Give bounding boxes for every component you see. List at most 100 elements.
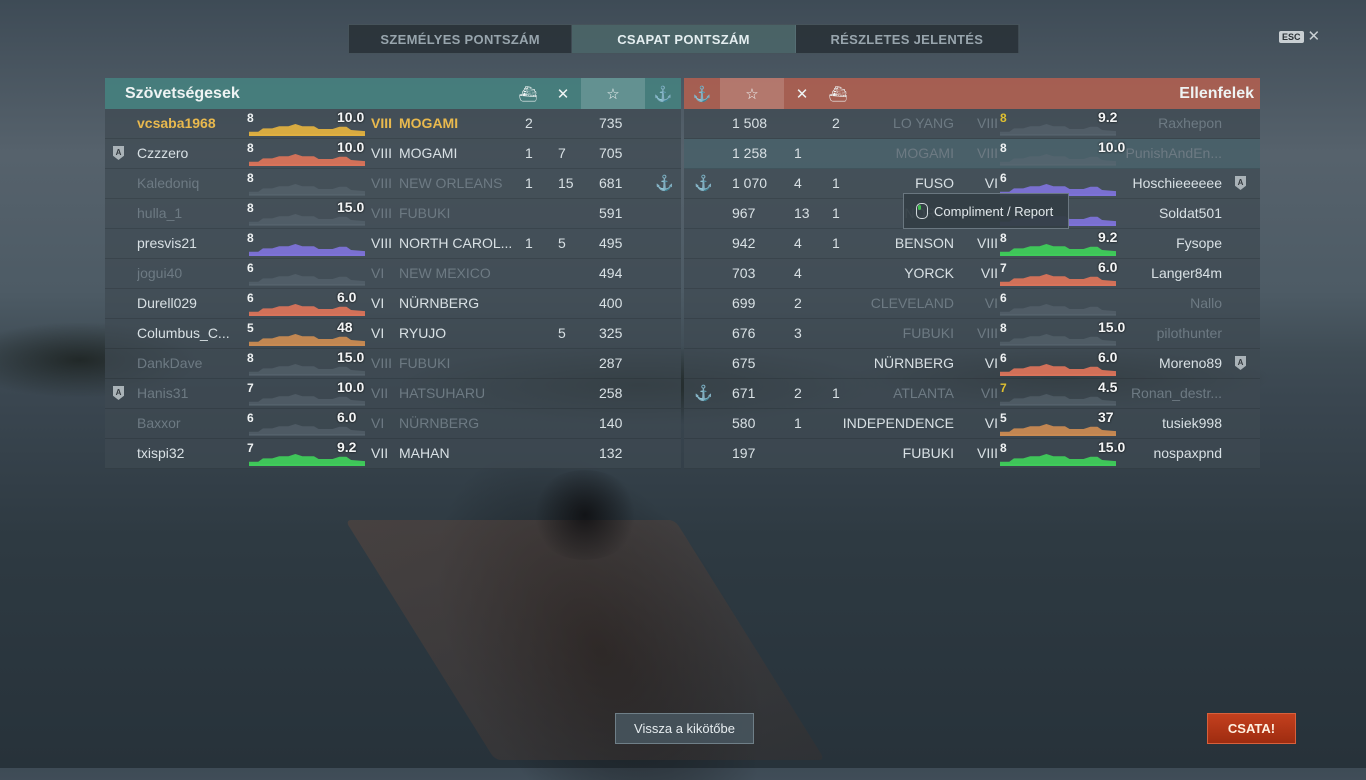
- tab-personal-score[interactable]: SZEMÉLYES PONTSZÁM: [349, 25, 573, 53]
- division-badge-icon: A: [1235, 356, 1246, 370]
- player-name[interactable]: Moreno89: [1159, 355, 1222, 371]
- ship-silhouette: [249, 178, 365, 197]
- ally-row[interactable]: A Czzzero 8 10.0 VIII MOGAMI 1 7 705: [105, 139, 681, 169]
- plane-icon[interactable]: ⛴: [510, 78, 546, 109]
- enemy-row[interactable]: 676 3 FUBUKI VIII 8 15.0 pilothunter: [684, 319, 1260, 349]
- anchor-icon[interactable]: ⚓: [684, 78, 720, 109]
- xp-value: 1 258: [732, 145, 768, 161]
- player-name[interactable]: Hanis31: [137, 385, 188, 401]
- player-name[interactable]: jogui40: [137, 265, 182, 281]
- player-name[interactable]: Columbus_C...: [137, 325, 230, 341]
- anchor-icon[interactable]: ⚓: [645, 78, 681, 109]
- enemy-row[interactable]: 1 508 2 LO YANG VIII 8 9.2 Raxhepon: [684, 109, 1260, 139]
- ship-name[interactable]: HATSUHARU: [399, 385, 485, 401]
- player-name[interactable]: vcsaba1968: [137, 115, 216, 131]
- ally-row[interactable]: Baxxor 6 6.0 VI NÜRNBERG 140: [105, 409, 681, 439]
- ship-name[interactable]: NÜRNBERG: [399, 415, 479, 431]
- battle-button[interactable]: CSATA!: [1207, 713, 1296, 744]
- ship-tier-roman: VIII: [371, 115, 393, 131]
- player-name[interactable]: txispi32: [137, 445, 184, 461]
- player-name[interactable]: Durell029: [137, 295, 197, 311]
- ally-row[interactable]: hulla_1 8 15.0 VIII FUBUKI 591: [105, 199, 681, 229]
- ship-health-line: [1000, 464, 1116, 466]
- ship-health-line: [249, 254, 365, 256]
- ship-name[interactable]: NORTH CAROL...: [399, 235, 512, 251]
- ally-row[interactable]: A Hanis31 7 10.0 VII HATSUHARU 258: [105, 379, 681, 409]
- back-to-port-button[interactable]: Vissza a kikötőbe: [615, 713, 754, 744]
- star-icon[interactable]: ☆: [720, 78, 784, 109]
- ship-name[interactable]: FUBUKI: [903, 325, 954, 341]
- ship-name[interactable]: INDEPENDENCE: [843, 415, 954, 431]
- ally-row[interactable]: Columbus_C... 5 48 VI RYUJO 5 325: [105, 319, 681, 349]
- player-name[interactable]: tusiek998: [1162, 415, 1222, 431]
- ship-name[interactable]: MAHAN: [399, 445, 450, 461]
- tab-detailed-report[interactable]: RÉSZLETES JELENTÉS: [796, 25, 1019, 53]
- ship-health-line: [1000, 254, 1116, 256]
- ship-name[interactable]: MOGAMI: [896, 145, 954, 161]
- ship-name[interactable]: FUBUKI: [399, 205, 450, 221]
- enemy-row[interactable]: ⚓ 671 2 1 ATLANTA VII 7 4.5 Ronan_destr...: [684, 379, 1260, 409]
- ally-row[interactable]: Kaledoniq 8 VIII NEW ORLEANS 1 15 681 ⚓: [105, 169, 681, 199]
- tab-team-score[interactable]: CSAPAT PONTSZÁM: [572, 25, 796, 53]
- ship-name[interactable]: NEW ORLEANS: [399, 175, 502, 191]
- ship-name[interactable]: NEW MEXICO: [399, 265, 491, 281]
- player-name[interactable]: Raxhepon: [1158, 115, 1222, 131]
- xp-value: 197: [732, 445, 756, 461]
- ally-row[interactable]: jogui40 6 VI NEW MEXICO 494: [105, 259, 681, 289]
- ship-name[interactable]: LO YANG: [893, 115, 954, 131]
- player-name[interactable]: Langer84m: [1151, 265, 1222, 281]
- ally-row[interactable]: Durell029 6 6.0 VI NÜRNBERG 400: [105, 289, 681, 319]
- player-name[interactable]: Baxxor: [137, 415, 181, 431]
- close-button[interactable]: ESC ✕: [1279, 29, 1320, 44]
- player-name[interactable]: Nallo: [1190, 295, 1222, 311]
- crossed-swords-icon[interactable]: ✕: [545, 78, 581, 109]
- player-name[interactable]: DankDave: [137, 355, 202, 371]
- ship-name[interactable]: NÜRNBERG: [874, 355, 954, 371]
- player-name[interactable]: Fysope: [1176, 235, 1222, 251]
- enemy-row[interactable]: 675 NÜRNBERG VI 6 6.0 Moreno89 A: [684, 349, 1260, 379]
- ship-name[interactable]: CLEVELAND: [871, 295, 954, 311]
- enemies-header: ⚓ ☆ ✕ ⛴ Ellenfelek: [684, 78, 1260, 109]
- plane-icon[interactable]: ⛴: [820, 78, 856, 109]
- player-name[interactable]: nospaxpnd: [1153, 445, 1222, 461]
- ship-name[interactable]: RYUJO: [399, 325, 446, 341]
- ally-row[interactable]: txispi32 7 9.2 VII MAHAN 132: [105, 439, 681, 469]
- planes-value: 2: [525, 115, 533, 131]
- player-name[interactable]: hulla_1: [137, 205, 182, 221]
- ship-name[interactable]: BENSON: [895, 235, 954, 251]
- player-name[interactable]: Hoschieeeeee: [1132, 175, 1222, 191]
- ship-name[interactable]: NÜRNBERG: [399, 295, 479, 311]
- player-name[interactable]: Kaledoniq: [137, 175, 199, 191]
- enemy-row[interactable]: 1 258 1 MOGAMI VIII 8 10.0 PunishAndEn...: [684, 139, 1260, 169]
- xp-value: 494: [599, 265, 623, 281]
- enemy-row[interactable]: 699 2 CLEVELAND VI 6 Nallo: [684, 289, 1260, 319]
- ally-row[interactable]: presvis21 8 VIII NORTH CAROL... 1 5 495: [105, 229, 681, 259]
- enemy-row[interactable]: 197 FUBUKI VIII 8 15.0 nospaxpnd: [684, 439, 1260, 469]
- ship-health-line: [1000, 314, 1116, 316]
- enemy-row[interactable]: 580 1 INDEPENDENCE VI 5 37 tusiek998: [684, 409, 1260, 439]
- player-name[interactable]: presvis21: [137, 235, 197, 251]
- player-name[interactable]: Soldat501: [1159, 205, 1222, 221]
- crossed-swords-icon[interactable]: ✕: [784, 78, 820, 109]
- player-name[interactable]: PunishAndEn...: [1125, 145, 1222, 161]
- ship-name[interactable]: MOGAMI: [399, 145, 457, 161]
- ally-row[interactable]: DankDave 8 15.0 VIII FUBUKI 287: [105, 349, 681, 379]
- player-name[interactable]: pilothunter: [1157, 325, 1222, 341]
- ship-name[interactable]: YORCK: [904, 265, 954, 281]
- enemy-row[interactable]: 942 4 1 BENSON VIII 8 9.2 Fysope: [684, 229, 1260, 259]
- player-name[interactable]: Ronan_destr...: [1131, 385, 1222, 401]
- ship-silhouette: [249, 268, 365, 287]
- compliment-report-tooltip[interactable]: Compliment / Report: [903, 193, 1069, 229]
- player-name[interactable]: Czzzero: [137, 145, 188, 161]
- ship-name[interactable]: FUSO: [915, 175, 954, 191]
- ship-name[interactable]: FUBUKI: [903, 445, 954, 461]
- division-badge-icon: A: [1235, 176, 1246, 190]
- ship-score: 6.0: [337, 409, 357, 425]
- ship-name[interactable]: FUBUKI: [399, 355, 450, 371]
- ship-name[interactable]: MOGAMI: [399, 115, 458, 131]
- ship-name[interactable]: ATLANTA: [893, 385, 954, 401]
- star-icon[interactable]: ☆: [581, 78, 645, 109]
- ally-row[interactable]: vcsaba1968 8 10.0 VIII MOGAMI 2 735: [105, 109, 681, 139]
- enemy-row[interactable]: 703 4 YORCK VII 7 6.0 Langer84m: [684, 259, 1260, 289]
- allies-list: vcsaba1968 8 10.0 VIII MOGAMI 2 735 A Czzzero 8 10…: [105, 109, 681, 469]
